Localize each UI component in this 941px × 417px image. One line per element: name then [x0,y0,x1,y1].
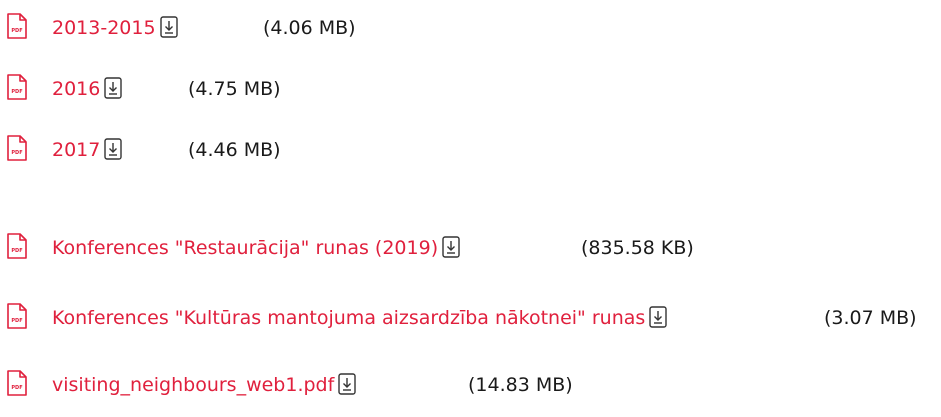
file-name[interactable]: 2013-2015 [52,16,156,40]
pdf-badge: PDF [11,150,22,156]
pdf-badge: PDF [11,248,22,254]
pdf-badge: PDF [11,385,22,391]
file-name[interactable]: Konferences "Restaurācija" runas (2019) [52,236,438,260]
file-size: (4.06 MB) [263,17,356,39]
pdf-badge: PDF [11,89,22,95]
file-name[interactable]: 2017 [52,138,100,162]
file-name[interactable]: Konferences "Kultūras mantojuma aizsardz… [52,306,645,330]
file-size: (835.58 KB) [581,237,694,259]
download-icon[interactable] [338,373,357,395]
file-size: (14.83 MB) [468,374,573,396]
file-link[interactable]: Konferences "Kultūras mantojuma aizsardz… [52,306,667,330]
download-icon[interactable] [442,236,460,258]
pdf-badge: PDF [11,318,22,324]
file-link[interactable]: 2016 [52,77,123,101]
file-link[interactable]: visiting_neighbours_web1.pdf [52,373,357,397]
pdf-file-icon: PDF [7,13,27,39]
pdf-file-icon: PDF [7,233,27,259]
download-icon[interactable] [159,16,178,38]
pdf-badge: PDF [11,28,22,34]
pdf-file-icon: PDF [7,74,27,100]
file-size: (4.75 MB) [188,78,281,100]
file-link[interactable]: 2017 [52,138,123,162]
pdf-file-icon: PDF [7,135,27,161]
file-name[interactable]: visiting_neighbours_web1.pdf [52,373,334,397]
file-name[interactable]: 2016 [52,77,100,101]
download-icon[interactable] [104,138,123,160]
file-link[interactable]: 2013-2015 [52,16,178,40]
download-icon[interactable] [104,77,123,99]
file-size: (4.46 MB) [188,139,281,161]
file-size: (3.07 MB) [824,307,917,329]
file-list: PDF 2013-2015 (4.06 MB) PDF 2016 (4.75 M… [0,0,941,417]
pdf-file-icon: PDF [7,303,27,329]
pdf-file-icon: PDF [7,370,27,396]
file-link[interactable]: Konferences "Restaurācija" runas (2019) [52,236,460,260]
download-icon[interactable] [649,306,667,328]
